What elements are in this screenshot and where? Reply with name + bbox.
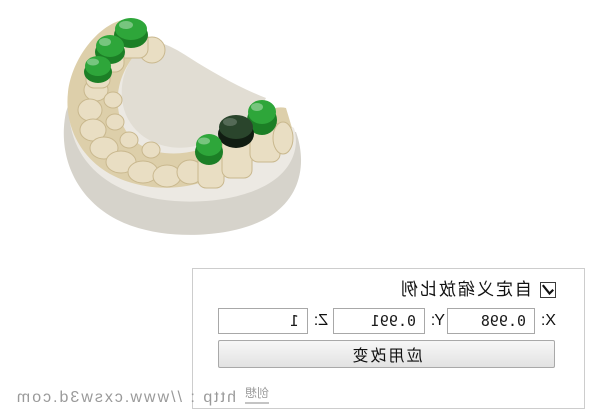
y-label: Y: — [430, 312, 445, 329]
x-label: X: — [540, 312, 556, 329]
checkmark-icon — [542, 284, 554, 296]
watermark-logo-underline — [245, 402, 269, 404]
x-scale-input[interactable] — [447, 308, 535, 334]
y-scale-input[interactable] — [333, 308, 425, 334]
z-label: Z: — [313, 312, 328, 329]
custom-scale-label: 自定义缩放比例 — [399, 280, 532, 299]
watermark-logo: 创想 — [239, 386, 275, 408]
mirrored-ui-layer: 自定义缩放比例 X: Y: Z: 应用改变 创想 http : //www.cx… — [0, 0, 600, 420]
watermark-url: http : //www.cxsw3d.com — [14, 389, 236, 406]
custom-scale-checkbox[interactable] — [540, 282, 556, 298]
apply-changes-button[interactable]: 应用改变 — [218, 340, 555, 368]
watermark-logo-text: 创想 — [245, 386, 270, 400]
z-scale-input[interactable] — [218, 308, 308, 334]
